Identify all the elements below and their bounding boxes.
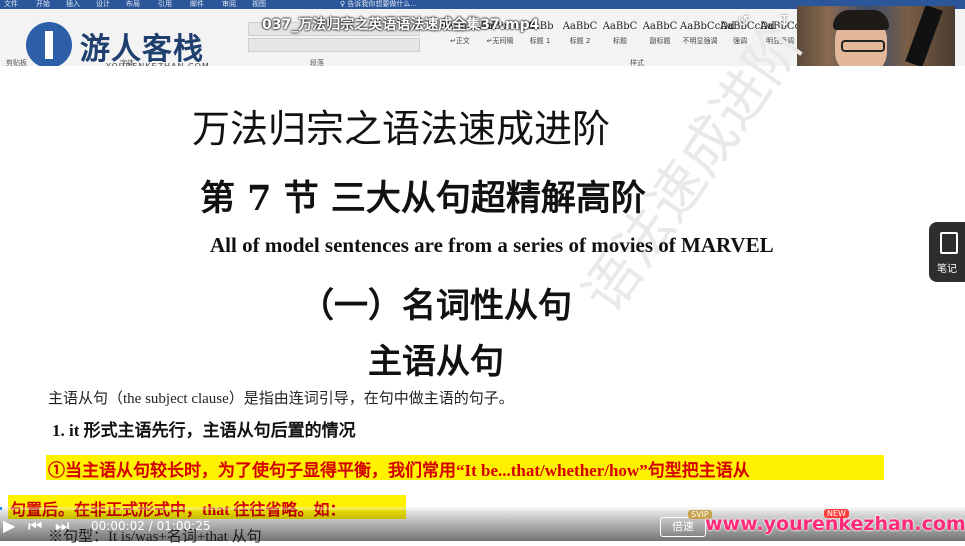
- previous-icon[interactable]: ⏮: [28, 516, 42, 536]
- menu-item-file[interactable]: 文件: [4, 0, 18, 9]
- section-title: （一）名词性从句: [300, 286, 572, 326]
- menu-item-home[interactable]: 开始: [36, 0, 50, 9]
- progress-fill: [0, 507, 2, 510]
- style-subtitle[interactable]: AaBbC 副标题: [640, 18, 680, 54]
- highlight-text-1: ①当主语从句较长时，为了使句子显得平衡，我们常用“It be...that/wh…: [48, 461, 750, 480]
- highlight-line-1: ①当主语从句较长时，为了使句子显得平衡，我们常用“It be...that/wh…: [46, 455, 884, 480]
- speed-button[interactable]: 倍速: [660, 517, 706, 537]
- menu-item-design[interactable]: 设计: [96, 0, 110, 9]
- notes-icon: [940, 232, 958, 254]
- style-title[interactable]: AaBbC 标题: [600, 18, 640, 54]
- menu-item-references[interactable]: 引用: [158, 0, 172, 9]
- style-heading-2[interactable]: AaBbC 标题 2: [560, 18, 600, 54]
- document-heading-2: 第 7 节 三大从句超精解高阶: [200, 178, 646, 219]
- notes-button[interactable]: 笔记: [929, 222, 965, 282]
- glasses-image: [841, 40, 885, 52]
- tell-me-search[interactable]: ♀ 告诉我你想要做什么...: [340, 0, 417, 9]
- menu-item-review[interactable]: 审阅: [222, 0, 236, 9]
- menu-item-view[interactable]: 视图: [252, 0, 266, 9]
- play-icon[interactable]: ▶: [3, 516, 15, 535]
- logo-mark: [26, 22, 72, 68]
- progress-bar[interactable]: [0, 507, 965, 510]
- style-subtle-emphasis[interactable]: AaBbCcDd 不明显强调: [680, 18, 735, 54]
- document-heading-1: 万法归宗之语法速成进阶: [192, 107, 611, 151]
- time-display: 00:00:02 / 01:00:25: [91, 519, 211, 533]
- new-badge: NEW: [824, 509, 849, 518]
- subsection-title: 主语从句: [368, 342, 504, 382]
- video-title: 037_万法归宗之英语语法速成全集37.mp4: [262, 17, 540, 33]
- paragraph-tools-row2[interactable]: [248, 38, 420, 52]
- next-icon[interactable]: ⏭: [55, 516, 69, 536]
- menu-item-layout[interactable]: 布局: [126, 0, 140, 9]
- definition-paragraph: 主语从句（the subject clause）是指由连词引导，在句中做主语的句…: [48, 391, 514, 407]
- point-1-heading: 1. it 形式主语先行，主语从句后置的情况: [52, 421, 356, 440]
- menu-item-insert[interactable]: 插入: [66, 0, 80, 9]
- notes-label: 笔记: [937, 264, 957, 275]
- menu-item-mailings[interactable]: 邮件: [190, 0, 204, 9]
- document-subtitle: All of model sentences are from a series…: [210, 233, 774, 257]
